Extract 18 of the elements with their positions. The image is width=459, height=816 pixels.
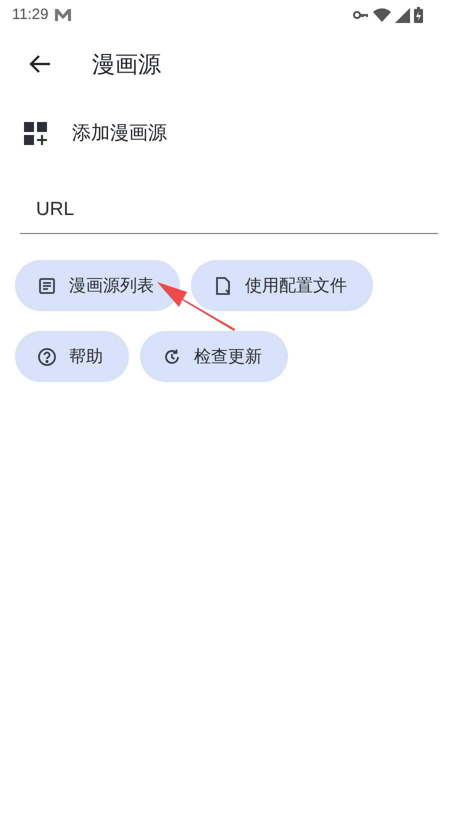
refresh-icon: [162, 346, 182, 366]
back-arrow-icon: [29, 54, 51, 74]
action-button[interactable]: 使用配置文件: [191, 260, 373, 311]
battery-icon: [414, 7, 423, 23]
action-button[interactable]: 检查更新: [140, 331, 288, 382]
add-source-label: 添加漫画源: [72, 122, 167, 146]
key-icon: [353, 10, 369, 20]
help-icon: [37, 346, 57, 366]
file-icon: [213, 276, 233, 296]
signal-icon: [395, 8, 410, 22]
status-time: 11:29: [12, 4, 48, 25]
document-icon: [37, 276, 57, 296]
action-button[interactable]: 漫画源列表: [15, 260, 180, 311]
mail-icon: [54, 8, 72, 22]
wifi-icon: [373, 8, 391, 22]
action-button[interactable]: 帮助: [15, 331, 129, 382]
add-widget-icon: [24, 122, 48, 146]
page-title: 漫画源: [92, 50, 161, 79]
